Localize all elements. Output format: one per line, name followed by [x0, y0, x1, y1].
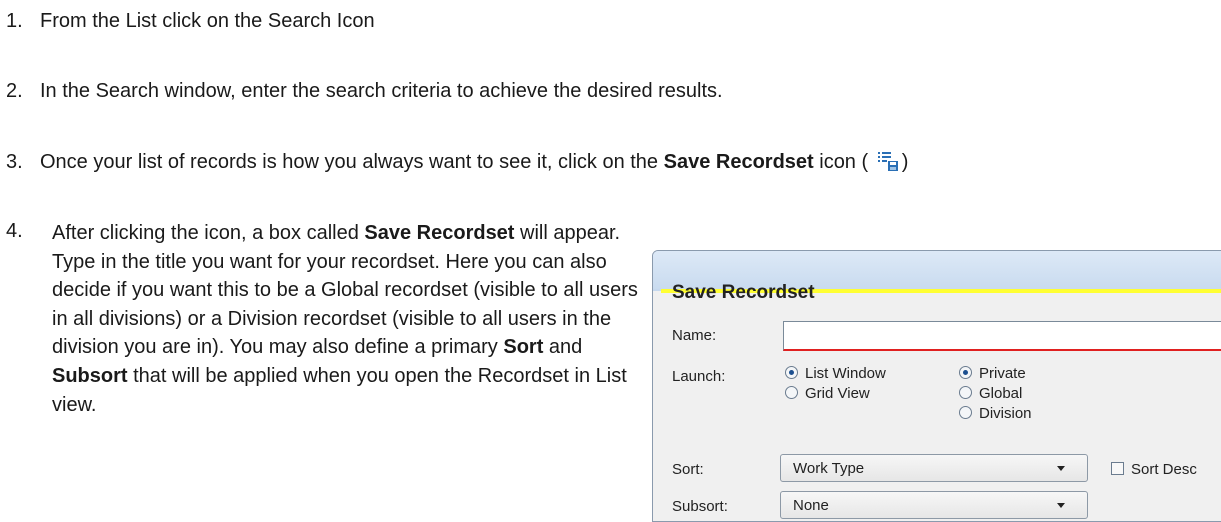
radio-global[interactable]: Global: [959, 385, 1022, 402]
save-recordset-term: Save Recordset: [364, 222, 515, 244]
subsort-label: Subsort:: [672, 498, 728, 515]
radio-selected-icon: [785, 366, 798, 379]
step-text: From the List click on the Search Icon: [40, 10, 375, 32]
save-recordset-term: Save Recordset: [663, 151, 814, 173]
launch-label: Launch:: [672, 368, 726, 385]
chevron-down-icon: [1057, 503, 1065, 508]
step-number: 1.: [6, 10, 23, 32]
save-recordset-icon: [876, 149, 900, 173]
radio-icon: [959, 406, 972, 419]
step-text: Once your list of records is how you alw…: [40, 151, 664, 173]
radio-icon: [959, 386, 972, 399]
step-text: icon (: [813, 151, 869, 173]
dialog-title: Save Recordset: [672, 282, 815, 303]
sort-label: Sort:: [672, 461, 704, 478]
save-recordset-dialog: Save Recordset Name: Launch: List Window…: [652, 250, 1221, 522]
name-field[interactable]: [783, 321, 1221, 351]
step-text: In the Search window, enter the search c…: [40, 80, 723, 102]
chevron-down-icon: [1057, 466, 1065, 471]
subsort-term: Subsort: [52, 364, 128, 387]
step-text: After clicking the icon, a box called Sa…: [52, 222, 638, 416]
step-text: ): [901, 151, 909, 173]
radio-selected-icon: [959, 366, 972, 379]
subsort-dropdown[interactable]: None: [780, 491, 1088, 519]
step-3: 3. Once your list of records is how you a…: [6, 149, 908, 174]
name-label: Name:: [672, 327, 717, 344]
sort-desc-checkbox[interactable]: Sort Desc: [1111, 461, 1197, 478]
sort-value: Work Type: [793, 460, 865, 477]
radio-list-window[interactable]: List Window: [785, 365, 886, 382]
step-number: 2.: [6, 80, 23, 102]
step-number: 4.: [6, 220, 23, 242]
radio-division[interactable]: Division: [959, 405, 1032, 422]
sort-dropdown[interactable]: Work Type: [780, 454, 1088, 482]
step-1: 1. From the List click on the Search Icon: [6, 9, 375, 33]
radio-private[interactable]: Private: [959, 365, 1026, 382]
subsort-value: None: [793, 497, 829, 514]
step-2: 2. In the Search window, enter the search…: [6, 79, 723, 103]
step-number: 3.: [6, 151, 23, 173]
sort-term: Sort: [503, 336, 544, 359]
radio-icon: [785, 386, 798, 399]
radio-grid-view[interactable]: Grid View: [785, 385, 870, 402]
checkbox-icon: [1111, 462, 1124, 475]
